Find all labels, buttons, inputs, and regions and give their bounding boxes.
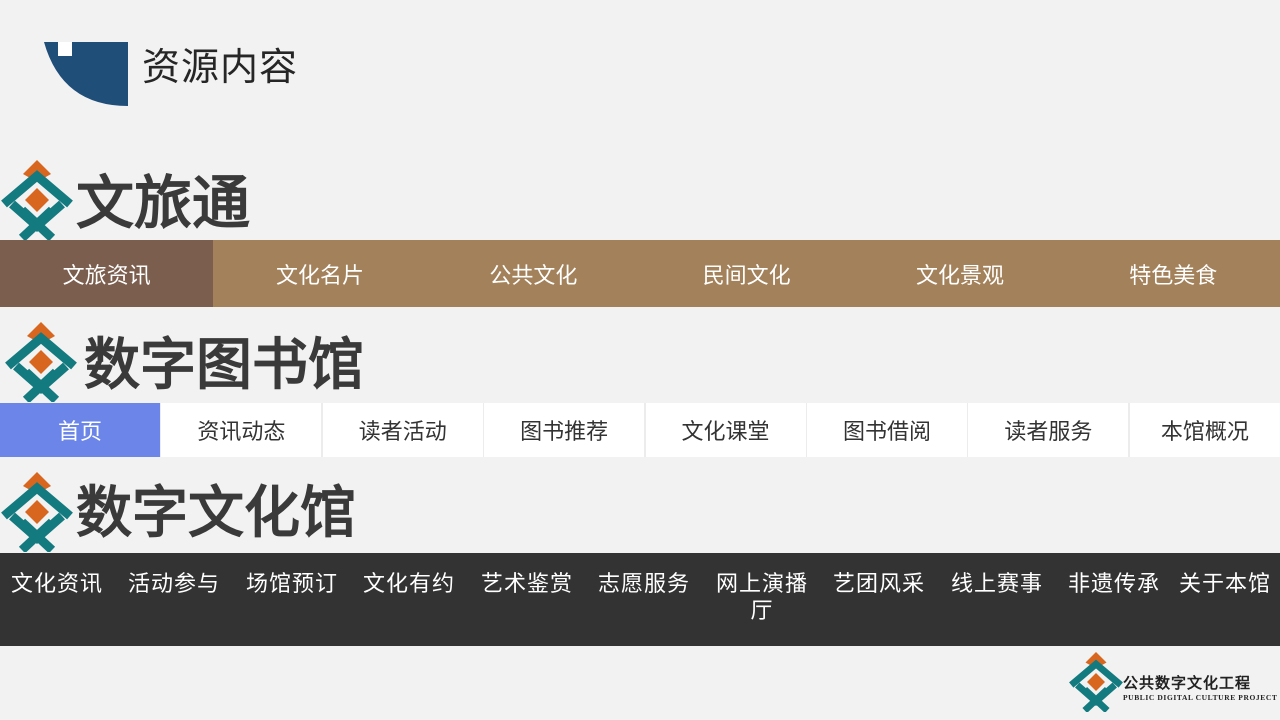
digital-library-nav-bar: 首页 资讯动态 读者活动 图书推荐 文化课堂 图书借阅 读者服务 本馆概况 [0,403,1280,457]
nav-item-wenlv-news[interactable]: 文旅资讯 [0,240,214,307]
nav-item-art-appreciation[interactable]: 艺术鉴赏 [472,571,582,598]
culture-project-logo-icon [4,322,78,404]
nav-item-local-food[interactable]: 特色美食 [1067,240,1280,307]
wenlvtong-nav-bar: 文旅资讯 文化名片 公共文化 民间文化 文化景观 特色美食 [0,240,1280,307]
section-title-wenlvtong: 文旅通 [76,169,251,237]
footer-logo-icon [1068,652,1124,713]
footer-brand-cn: 公共数字文化工程 [1123,674,1252,692]
section-title-digital-library: 数字图书馆 [84,333,364,398]
page-title: 资源内容 [142,45,299,89]
digital-culture-nav-bar: 文化资讯 活动参与 场馆预订 文化有约 艺术鉴赏 志愿服务 网上演播厅 艺团风采… [0,553,1280,646]
nav-item-online-theater[interactable]: 网上演播厅 [707,571,817,625]
footer-brand-en: PUBLIC DIGITAL CULTURE PROJECT [1123,693,1278,702]
nav-item-online-contest[interactable]: 线上赛事 [942,571,1052,598]
nav-item-cultural-landscape[interactable]: 文化景观 [853,240,1066,307]
nav-item-venue-booking[interactable]: 场馆预订 [237,571,347,598]
nav-item-volunteer[interactable]: 志愿服务 [589,571,699,598]
nav-item-book-recommend[interactable]: 图书推荐 [484,403,645,457]
nav-item-book-borrow[interactable]: 图书借阅 [806,403,967,457]
section-header-icon [44,42,128,106]
nav-item-intangible-heritage[interactable]: 非遗传承 [1059,571,1169,598]
nav-item-about[interactable]: 关于本馆 [1170,571,1280,598]
nav-item-folk-culture[interactable]: 民间文化 [640,240,853,307]
nav-item-culture-class[interactable]: 文化课堂 [645,403,806,457]
nav-item-home[interactable]: 首页 [0,403,160,457]
culture-project-logo-icon [0,160,74,242]
nav-item-troupe[interactable]: 艺团风采 [824,571,934,598]
nav-item-news[interactable]: 资讯动态 [161,403,322,457]
nav-item-culture-card[interactable]: 文化名片 [213,240,426,307]
nav-item-reader-service[interactable]: 读者服务 [968,403,1129,457]
nav-item-culture-date[interactable]: 文化有约 [354,571,464,598]
nav-item-culture-news[interactable]: 文化资讯 [2,571,112,598]
nav-item-public-culture[interactable]: 公共文化 [427,240,640,307]
culture-project-logo-icon [0,472,74,554]
nav-item-activity-join[interactable]: 活动参与 [119,571,229,598]
nav-item-reader-activities[interactable]: 读者活动 [322,403,483,457]
section-title-digital-culture-center: 数字文化馆 [76,481,356,546]
nav-item-library-overview[interactable]: 本馆概况 [1129,403,1280,457]
